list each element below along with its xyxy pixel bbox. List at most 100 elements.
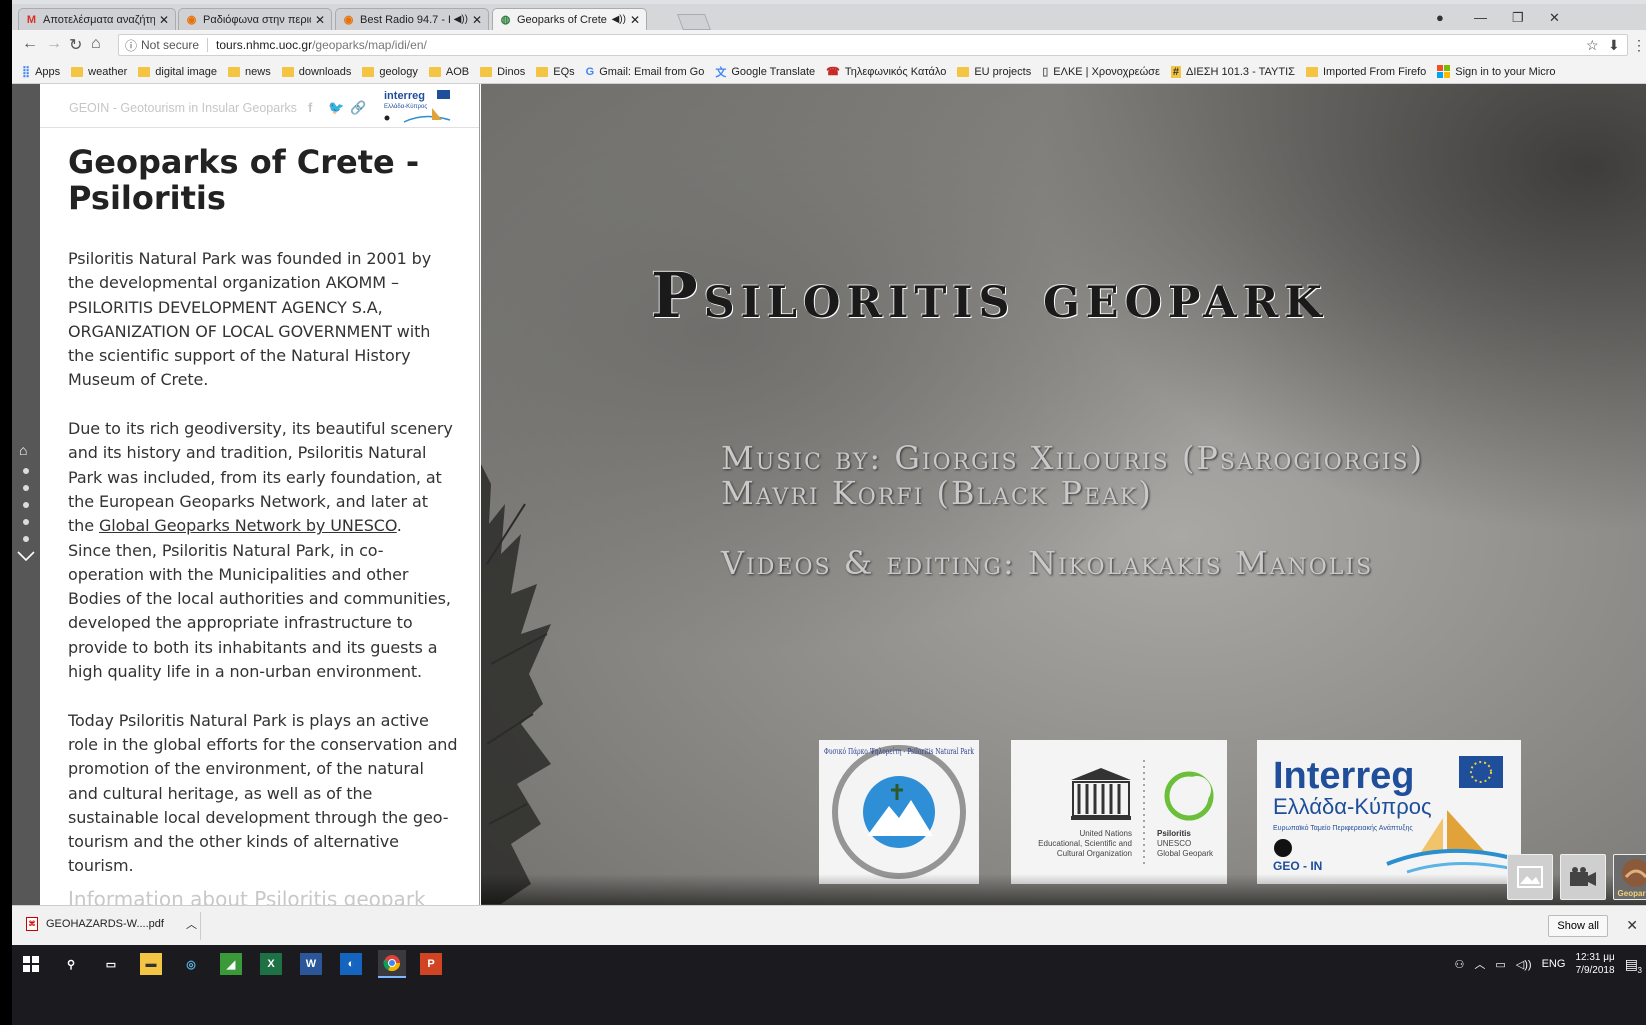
psiloritis-park-logo: Φυσικό Πάρκο Ψηλορείτη - Psiloritis Natu… <box>819 740 979 884</box>
new-tab-button[interactable] <box>677 14 711 30</box>
nav-dot[interactable] <box>23 502 29 508</box>
bookmark-digital-image[interactable]: digital image <box>138 66 217 78</box>
download-icon[interactable]: ⬇ <box>1608 37 1620 54</box>
bookmark-phone-directory[interactable]: ☎ Τηλεφωνικός Κατάλο <box>826 65 946 79</box>
tab-radio-region[interactable]: ◉ Ραδιόφωνα στην περιοχ ✕ <box>178 8 332 30</box>
security-label[interactable]: Not secure <box>141 38 199 52</box>
bookmark-label: weather <box>88 65 128 78</box>
chrome-icon[interactable] <box>378 950 406 978</box>
powerpoint-icon[interactable]: P <box>420 953 442 975</box>
bookmark-downloads[interactable]: downloads <box>281 66 351 78</box>
close-tab-icon[interactable]: ✕ <box>315 13 325 27</box>
minimize-icon[interactable]: — <box>1474 10 1487 25</box>
bookmark-gmail[interactable]: G Gmail: Email from Go <box>586 66 705 78</box>
bookmark-eqs[interactable]: EQs <box>536 65 575 78</box>
bookmark-weather[interactable]: weather <box>71 66 127 78</box>
close-tab-icon[interactable]: ✕ <box>630 13 640 27</box>
home-icon[interactable]: ⌂ <box>19 442 27 458</box>
bookmark-label: Google Translate <box>731 65 816 78</box>
tab-best-radio[interactable]: ◉ Best Radio 94.7 - Ηρά ◀)) ✕ <box>335 8 489 30</box>
nav-dot[interactable] <box>23 536 29 542</box>
nav-dot[interactable] <box>23 468 29 474</box>
close-tab-icon[interactable]: ✕ <box>159 13 169 27</box>
close-downloads-icon[interactable]: ✕ <box>1626 917 1638 934</box>
menu-icon[interactable]: ⋮ <box>1632 37 1646 54</box>
info-icon[interactable]: ⓘ <box>125 37 137 54</box>
bookmark-eu-projects[interactable]: EU projects <box>957 66 1031 78</box>
interreg-logo[interactable]: interreg Ελλάδα-Κύπρος <box>384 88 452 126</box>
nav-dot[interactable] <box>23 519 29 525</box>
geoparks-button[interactable]: Geoparks <box>1613 854 1646 900</box>
close-tab-icon[interactable]: ✕ <box>472 13 482 27</box>
video-credit: Music by: Giorgis Xilouris (Psarogiorgis… <box>721 439 1425 477</box>
link-icon[interactable]: 🔗 <box>350 100 366 116</box>
tab-gmail-search[interactable]: M Αποτελέσματα αναζήτησ ✕ <box>18 8 176 30</box>
back-icon[interactable]: ← <box>22 35 38 53</box>
file-explorer-icon[interactable]: ▬ <box>140 953 162 975</box>
tab-title: Αποτελέσματα αναζήτησ <box>43 13 155 26</box>
bookmark-google-translate[interactable]: 文 Google Translate <box>715 64 815 80</box>
download-bar: ⌘ GEOHAZARDS-W....pdf ︿ Show all ✕ <box>12 905 1646 945</box>
address-bar[interactable]: ⓘ Not secure tours.nhmc.uoc.gr/geoparks/… <box>118 34 1628 56</box>
notification-icon[interactable]: ▤ 3 <box>1625 956 1642 975</box>
tab-title: Best Radio 94.7 - Ηρά <box>360 13 450 26</box>
paragraph: Due to its rich geodiversity, its beauti… <box>68 417 458 538</box>
search-icon[interactable]: ⚲ <box>60 953 82 975</box>
chevron-up-icon[interactable]: ︿ <box>186 916 197 932</box>
chevron-down-icon[interactable] <box>16 548 36 564</box>
show-all-button[interactable]: Show all <box>1548 915 1608 937</box>
site-title[interactable]: GEOIN - Geotourism in Insular Geoparks <box>69 101 297 115</box>
divider <box>207 38 209 52</box>
people-icon[interactable]: ⚇ <box>1455 958 1465 971</box>
reload-icon[interactable]: ↻ <box>69 35 82 55</box>
tab-geoparks-active[interactable]: ◍ Geoparks of Crete - P ◀)) ✕ <box>492 8 647 30</box>
web-page: ⌂ GEOIN - Geotourism in Insular Geoparks… <box>12 84 1646 905</box>
language-indicator[interactable]: ENG <box>1542 958 1566 970</box>
word-icon[interactable]: W <box>300 953 322 975</box>
bookmark-diesi-radio[interactable]: # ΔΙΕΣΗ 101.3 - ΤΑΥΤΙΣ <box>1170 65 1295 78</box>
bookmark-dinos[interactable]: Dinos <box>480 66 525 78</box>
home-icon[interactable]: ⌂ <box>91 35 101 53</box>
photos-button[interactable] <box>1507 854 1553 900</box>
network-icon[interactable]: ▭ <box>1495 958 1505 971</box>
bookmark-label: Sign in to your Micro <box>1455 65 1556 78</box>
profile-icon[interactable]: ● <box>1436 10 1444 25</box>
map-app-icon[interactable]: ◢ <box>220 953 242 975</box>
excel-icon[interactable]: X <box>260 953 282 975</box>
download-item[interactable]: ⌘ GEOHAZARDS-W....pdf ︿ <box>26 916 197 932</box>
bookmark-imported-firefox[interactable]: Imported From Firefo <box>1305 66 1426 78</box>
magnifier-app-icon[interactable]: ◎ <box>180 953 202 975</box>
clock[interactable]: 12:31 μμ 7/9/2018 <box>1575 951 1614 977</box>
unesco-link[interactable]: Global Geoparks Network by UNESCO <box>99 516 397 535</box>
bookmarks-bar: ⣿ Apps weather digital image news downloa… <box>12 60 1646 84</box>
bookmark-apps[interactable]: ⣿ Apps <box>22 65 60 79</box>
restore-icon[interactable]: ❐ <box>1512 10 1524 26</box>
speaker-icon[interactable]: ◀)) <box>454 14 468 25</box>
svg-text:Psiloritis: Psiloritis <box>1157 829 1191 838</box>
chevron-up-icon[interactable]: ︿ <box>1474 956 1485 972</box>
videos-button[interactable] <box>1560 854 1606 900</box>
bookmark-news[interactable]: news <box>228 66 271 78</box>
nav-dot[interactable] <box>23 485 29 491</box>
bookmark-elke[interactable]: ▯ ΕΛΚΕ | Χρονοχρεώσε <box>1042 65 1160 79</box>
windows-start-icon[interactable] <box>20 953 42 975</box>
twitter-icon[interactable]: 🐦 <box>328 100 344 116</box>
mail-app-icon[interactable]: ◐ <box>340 953 362 975</box>
volume-icon[interactable]: ◁)) <box>1516 958 1532 971</box>
speaker-icon[interactable]: ◀)) <box>612 14 626 25</box>
tab-title: Geoparks of Crete - P <box>517 13 608 26</box>
bookmark-star-icon[interactable]: ☆ <box>1586 37 1599 54</box>
forward-icon[interactable]: → <box>46 35 62 53</box>
folder-icon <box>281 66 294 77</box>
bookmark-microsoft-signin[interactable]: Sign in to your Micro <box>1437 65 1556 78</box>
bookmark-label: EQs <box>553 65 575 78</box>
bookmark-geology[interactable]: geology <box>362 66 418 78</box>
task-view-icon[interactable]: ▭ <box>100 953 122 975</box>
video-player[interactable]: Psiloritis geopark Music by: Giorgis Xil… <box>481 84 1646 905</box>
window-close-icon[interactable]: ✕ <box>1549 10 1560 26</box>
folder-icon <box>71 66 84 77</box>
facebook-icon[interactable]: f <box>308 100 312 115</box>
svg-text:Φυσικό Πάρκο Ψηλορείτη - Psilo: Φυσικό Πάρκο Ψηλορείτη - Psiloritis Natu… <box>824 747 974 756</box>
bookmark-aob[interactable]: AOB <box>428 66 469 78</box>
radio-icon: ◉ <box>343 14 354 26</box>
